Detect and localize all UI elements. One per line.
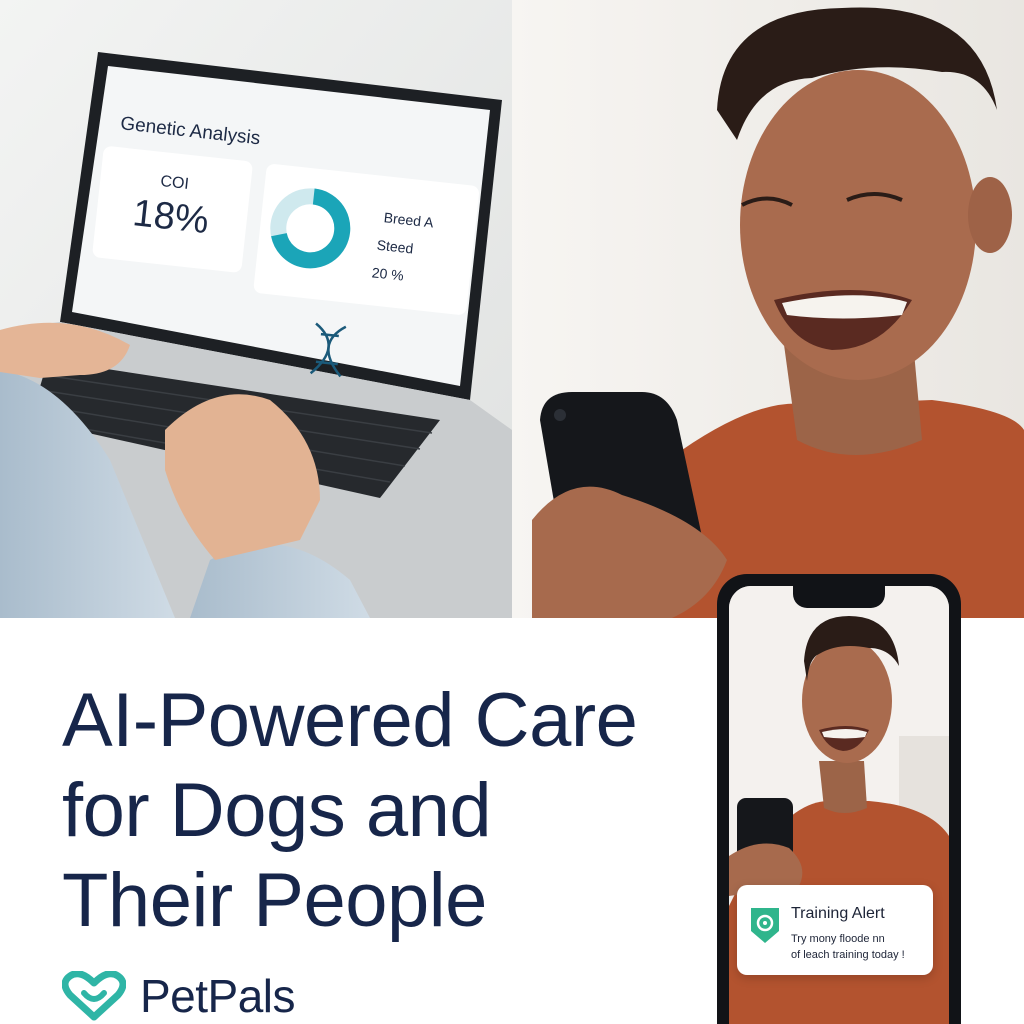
dna-icon bbox=[309, 322, 347, 378]
notification-body: Try mony floode nn of leach training tod… bbox=[791, 931, 931, 963]
headline-line-2: for Dogs and bbox=[62, 768, 492, 853]
heart-logo-icon bbox=[62, 971, 126, 1021]
notification-line-1: Try mony floode nn bbox=[791, 933, 885, 945]
location-pin-shield-icon bbox=[751, 908, 779, 943]
brand-name: PetPals bbox=[140, 970, 296, 1022]
headline-line-1: AI-Powered Care bbox=[62, 678, 638, 763]
laptop-photo: Genetic Analysis COI 18% Breed A Steed 2… bbox=[0, 0, 512, 618]
brand-logo[interactable]: PetPals bbox=[62, 968, 296, 1024]
headline-line-3: Their People bbox=[62, 858, 487, 943]
breed-percent: 20 % bbox=[371, 264, 404, 283]
man-photo bbox=[512, 0, 1024, 618]
training-alert-notification[interactable]: Training Alert Try mony floode nn of lea… bbox=[737, 885, 933, 975]
phone-screen: Training Alert Try mony floode nn of lea… bbox=[729, 586, 949, 1024]
phone-notch bbox=[793, 586, 885, 608]
screen-title: Genetic Analysis bbox=[119, 113, 261, 149]
coi-label: COI bbox=[160, 173, 190, 193]
coi-value: 18% bbox=[131, 192, 211, 242]
headline: AI-Powered Care for Dogs and Their Peopl… bbox=[62, 676, 722, 946]
phone-mockup: Training Alert Try mony floode nn of lea… bbox=[717, 574, 961, 1024]
notification-title: Training Alert bbox=[791, 905, 885, 922]
notification-line-2: of leach training today ! bbox=[791, 949, 905, 961]
